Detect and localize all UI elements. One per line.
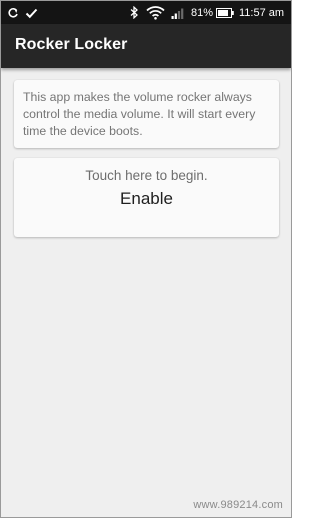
enable-button[interactable]: Enable bbox=[14, 189, 279, 209]
bluetooth-icon bbox=[130, 1, 139, 24]
info-card: This app makes the volume rocker always … bbox=[14, 80, 279, 148]
app-bar: Rocker Locker bbox=[1, 24, 291, 68]
sync-icon bbox=[7, 1, 19, 24]
signal-icon bbox=[171, 1, 186, 24]
battery-percent: 81% bbox=[191, 6, 214, 19]
clock: 11:57 am bbox=[239, 6, 285, 19]
begin-hint: Touch here to begin. bbox=[85, 168, 208, 183]
phone-screen: 81% 11:57 am Rocker Locker This app make… bbox=[0, 0, 292, 518]
wifi-icon bbox=[146, 1, 165, 24]
battery-icon bbox=[216, 1, 234, 24]
check-icon bbox=[25, 1, 38, 24]
info-text: This app makes the volume rocker always … bbox=[23, 90, 256, 138]
enable-card[interactable]: Touch here to begin. Enable bbox=[14, 158, 279, 237]
watermark: www.989214.com bbox=[193, 499, 283, 511]
app-title: Rocker Locker bbox=[15, 36, 128, 53]
status-bar: 81% 11:57 am bbox=[1, 1, 291, 24]
